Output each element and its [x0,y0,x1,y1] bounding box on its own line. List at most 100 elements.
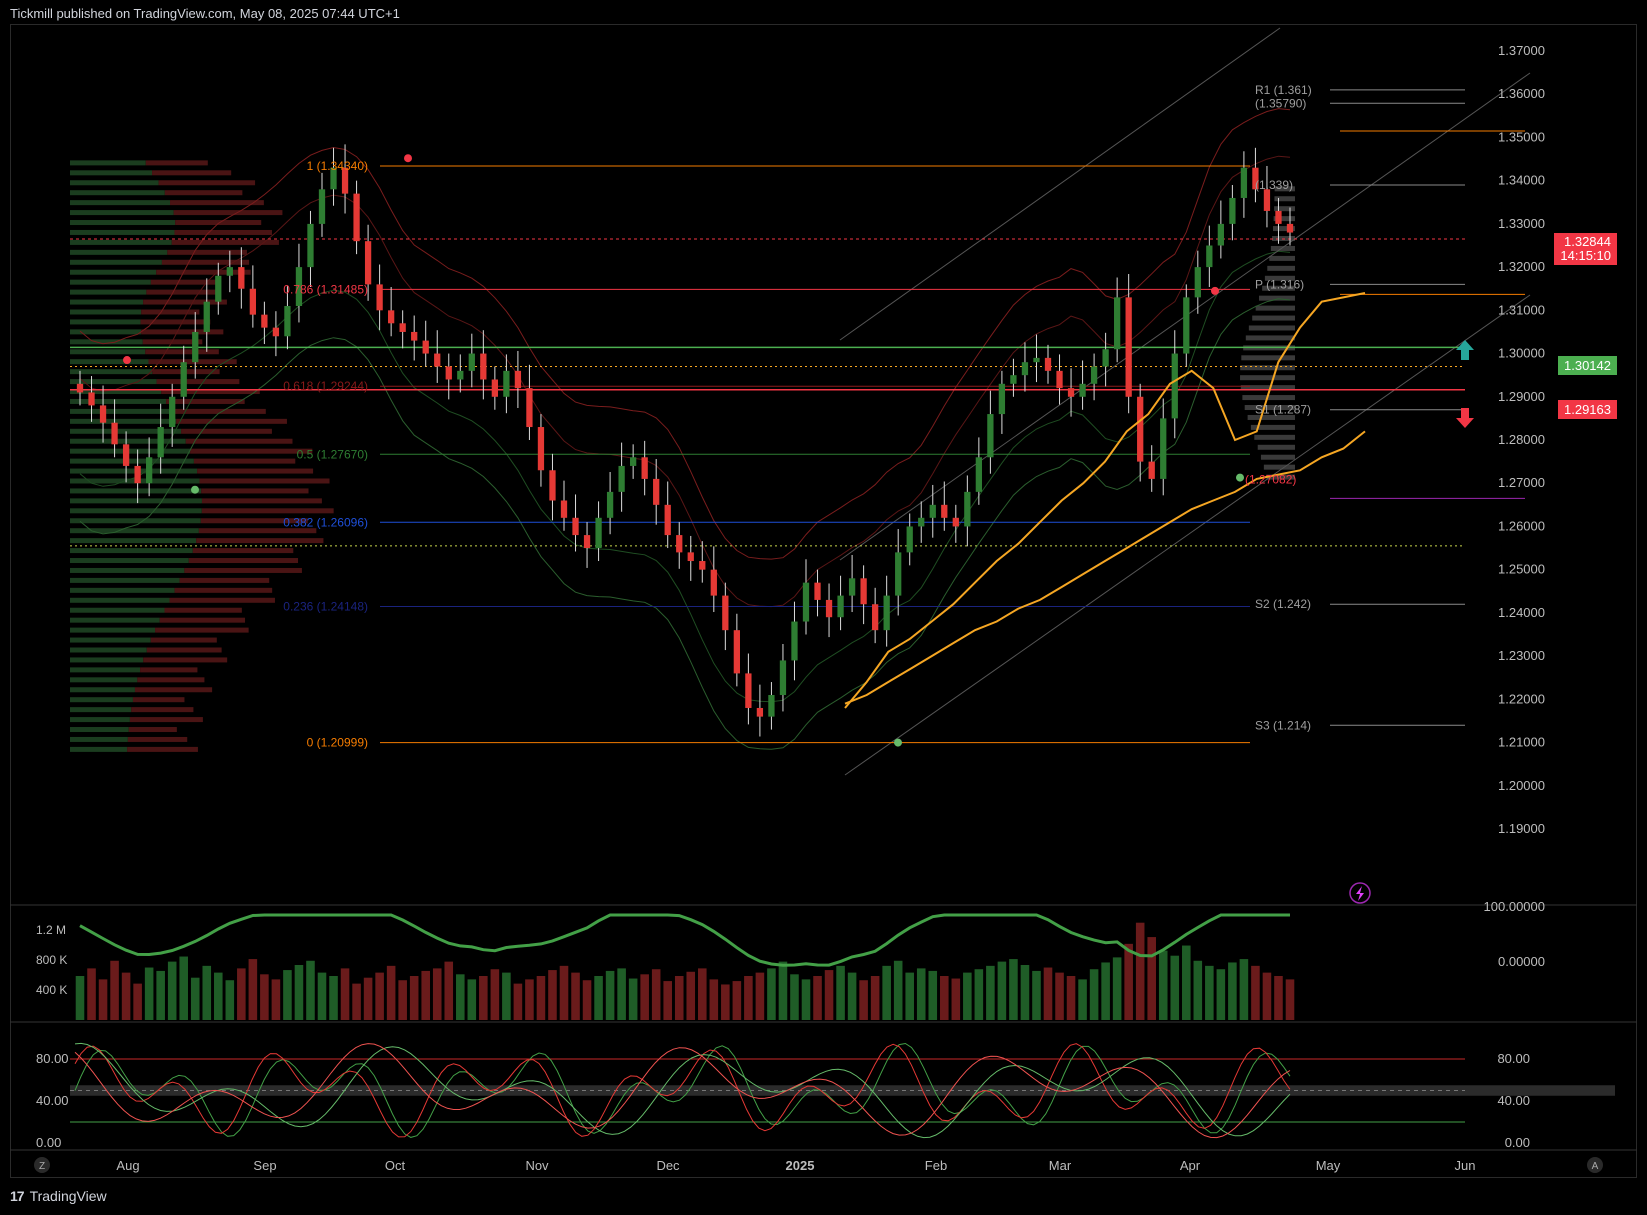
volume-profile-bar-down [192,548,294,554]
tradingview-brand[interactable]: 17 TradingView [10,1188,107,1204]
volume-profile-bar-down [141,329,224,335]
volume-profile-bar-up [70,170,153,176]
volume-bar [1170,955,1180,1020]
fib-label: 0.786 (1.31485) [283,282,368,296]
volume-tick-label: 400 K [36,983,67,997]
candle-body [825,599,833,618]
candle-body [964,491,971,527]
volume-profile-bar-down [176,418,287,424]
volume-bar [859,980,868,1020]
volume-bar [559,965,569,1020]
candle-body [641,457,648,479]
candle-body [549,470,556,501]
candle-body [814,582,821,600]
volume-bar [1089,969,1099,1020]
volume-bar [490,969,500,1020]
volume-bar [121,972,131,1020]
price-tick-label: 1.27000 [1498,475,1545,490]
candle-body [388,310,395,324]
chart-canvas[interactable]: 1 (1.34340) 0.786 (1.31485) 0.618 (1.29244… [0,0,1647,1215]
volume-bar [709,979,719,1020]
volume-bar [329,976,338,1020]
volume-bar [179,956,188,1020]
candle-body [1090,366,1098,384]
volume-bar [640,974,649,1020]
volume-profile-bar-up [70,299,144,305]
volume-bar [1101,962,1110,1020]
volume-profile-bar-down [175,220,262,226]
volume-profile-bar-down [201,488,309,494]
volume-profile-bar-up [70,279,151,285]
candle-body [1102,349,1109,367]
volume-profile-bar-up [70,736,128,742]
volume-bar [801,979,811,1020]
candle-body [261,314,268,328]
fib-label: 0.5 (1.27670) [297,447,368,461]
candle-body [906,526,913,553]
pivot-label: P (1.316) [1255,277,1304,291]
candle-body [1275,210,1282,224]
volume-bar [363,977,373,1020]
volume-bar [974,969,984,1020]
volume-bar [755,972,765,1020]
volume-bar [1112,957,1122,1020]
volume-profile-bar-down [190,448,313,454]
volume-profile-bar-up [70,249,168,255]
candle-body [918,517,925,527]
volume-bar [260,974,269,1020]
volume-bar [778,961,788,1020]
candle-body [122,444,130,466]
signal-dot [1211,286,1219,295]
volume-profile-bar-down [201,508,334,514]
candle-body [837,595,844,618]
pivot-label: (1.339) [1255,178,1293,192]
candle-body [1044,357,1052,371]
candle-body [1206,245,1213,268]
volume-bar [1239,959,1249,1020]
volume-profile-bar-up [70,746,128,752]
candle-body [99,405,107,423]
volume-profile-bar-up [70,190,165,196]
candle-body [434,353,441,367]
volume-profile-bar-up [70,458,194,464]
price-tick-label: 1.26000 [1498,518,1545,533]
volume-bar [1009,959,1018,1020]
volume-tick-label: 1.2 M [36,923,66,937]
candle-body [272,327,280,337]
candle-body [1079,383,1086,397]
session-profile-bar [1267,265,1295,271]
candle-body [687,552,694,562]
volume-profile-bar-up [70,229,175,235]
candle-body [664,504,671,536]
price-tick-label: 1.29000 [1498,389,1545,404]
volume-profile-bar-up [70,567,185,573]
volume-profile-bar-up [70,697,133,703]
volume-profile-bar-down [143,299,227,305]
oscillator-tick-right: 80.00 [1497,1051,1530,1066]
volume-profile [70,160,1295,752]
candle-body [560,500,568,518]
signal-dot [191,485,199,494]
pivot-label: R1 (1.361) [1255,83,1312,97]
volume-bar [214,972,223,1020]
volume-profile-bar-down [127,746,198,752]
session-profile-bar [1274,206,1295,212]
price-axis: 1.37000 1.36000 1.35000 1.34000 1.33000 1.320… [1498,43,1545,836]
fib-label: 1 (1.34340) [307,159,368,173]
session-profile-bar [1245,335,1295,341]
volume-profile-bar-up [70,647,147,653]
signal-dot [404,154,412,163]
session-profile-bar [1270,245,1295,251]
oscillator-tick-left: 80.00 [36,1051,69,1066]
candle-body [653,478,660,505]
volume-bar [225,980,235,1020]
channel-line-lower [844,294,1531,776]
candle-body [791,621,798,661]
level-tag-red-label: 1.29163 [1564,402,1611,417]
candle-body [1010,375,1017,384]
volume-bar [536,976,546,1020]
price-tick-label: 1.30000 [1498,346,1545,361]
candle-body [1021,362,1029,376]
candle-body [399,323,406,332]
volume-bar [156,970,165,1020]
